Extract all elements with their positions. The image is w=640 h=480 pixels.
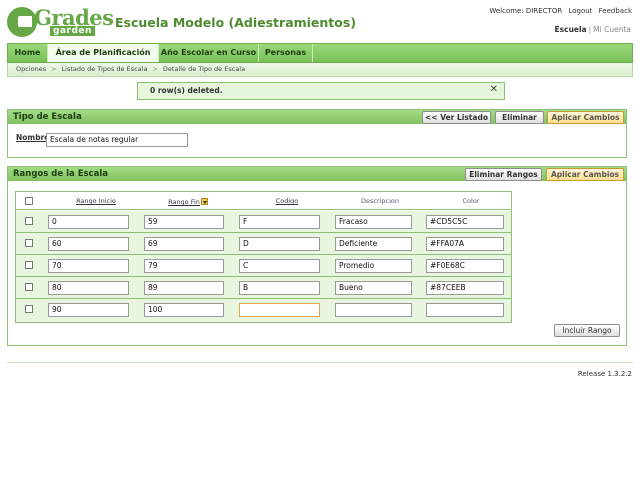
- delete-button[interactable]: Eliminar: [495, 111, 544, 124]
- range-start-input[interactable]: 60: [48, 237, 129, 251]
- school-title: Escuela Modelo (Adiestramientos): [115, 15, 357, 30]
- color-input[interactable]: #87CEEB: [426, 281, 504, 295]
- sort-arrow-icon[interactable]: [200, 198, 208, 205]
- description-input[interactable]: Deficiente: [335, 237, 412, 251]
- main-nav: Home Área de Planificación Año Escolar e…: [7, 43, 633, 63]
- welcome-text: Welcome: DIRECTOR: [489, 7, 563, 15]
- description-input[interactable]: Fracaso: [335, 215, 412, 229]
- code-input[interactable]: F: [239, 215, 320, 229]
- table-row: 60 69 D Deficiente #FFA07A: [16, 233, 511, 255]
- range-end-input[interactable]: 59: [144, 215, 224, 229]
- include-range-button[interactable]: Incluir Rango: [554, 324, 620, 337]
- code-input[interactable]: D: [239, 237, 320, 251]
- tab-home[interactable]: Home: [8, 44, 48, 62]
- range-start-input[interactable]: 90: [48, 303, 129, 317]
- table-row: 70 79 C Promedio #F0E68C: [16, 255, 511, 277]
- range-end-input[interactable]: 69: [144, 237, 224, 251]
- code-input[interactable]: [239, 303, 320, 317]
- description-input[interactable]: [335, 303, 412, 317]
- release-version: Release 1.3.2.2: [577, 370, 632, 378]
- description-input[interactable]: Promedio: [335, 259, 412, 273]
- tab-ano-escolar[interactable]: Año Escolar en Curso: [159, 44, 259, 62]
- color-input[interactable]: #F0E68C: [426, 259, 504, 273]
- color-input[interactable]: #FFA07A: [426, 237, 504, 251]
- breadcrumb-separator: >: [51, 65, 57, 73]
- range-end-input[interactable]: 100: [144, 303, 224, 317]
- col-codigo[interactable]: Codigo: [263, 197, 311, 205]
- apply-changes-button[interactable]: Aplicar Cambios: [546, 168, 624, 181]
- tipo-escala-header: Tipo de Escala << Ver Listado Eliminar A…: [8, 110, 626, 124]
- tab-area-planificacion[interactable]: Área de Planificación: [48, 44, 159, 62]
- tipo-escala-panel: Tipo de Escala << Ver Listado Eliminar A…: [7, 109, 627, 158]
- code-input[interactable]: C: [239, 259, 320, 273]
- status-message: 0 row(s) deleted. ✕: [137, 82, 505, 100]
- col-descripcion: Descripcion: [360, 197, 400, 205]
- close-icon[interactable]: ✕: [490, 82, 498, 98]
- col-color: Color: [462, 197, 480, 205]
- code-input[interactable]: B: [239, 281, 320, 295]
- range-end-input[interactable]: 79: [144, 259, 224, 273]
- range-start-input[interactable]: 80: [48, 281, 129, 295]
- table-row: 90 100: [16, 299, 511, 322]
- row-checkbox[interactable]: [25, 239, 33, 247]
- name-label: Nombre: [16, 133, 50, 142]
- row-checkbox[interactable]: [25, 217, 33, 225]
- school-link[interactable]: Escuela: [555, 25, 587, 34]
- table-row: 0 59 F Fracaso #CD5C5C: [16, 211, 511, 233]
- tab-personas[interactable]: Personas: [259, 44, 313, 62]
- footer-divider: [7, 362, 633, 363]
- logo-g-mark: [7, 7, 37, 37]
- back-to-list-button[interactable]: << Ver Listado: [422, 111, 491, 124]
- color-input[interactable]: #CD5C5C: [426, 215, 504, 229]
- account-links-separator: |: [588, 25, 592, 34]
- rangos-panel: Rangos de la Escala Eliminar Rangos Apli…: [7, 166, 627, 346]
- range-start-input[interactable]: 70: [48, 259, 129, 273]
- account-links: Escuela | Mi Cuenta: [555, 25, 631, 34]
- select-all-checkbox[interactable]: [25, 197, 33, 205]
- col-rango-fin-label[interactable]: Rango Fin: [168, 198, 200, 206]
- rangos-header: Rangos de la Escala Eliminar Rangos Apli…: [8, 167, 626, 181]
- tipo-escala-title: Tipo de Escala: [13, 112, 82, 122]
- row-checkbox[interactable]: [25, 305, 33, 313]
- rangos-title: Rangos de la Escala: [13, 169, 108, 179]
- range-end-input[interactable]: 89: [144, 281, 224, 295]
- apply-changes-button[interactable]: Aplicar Cambios: [547, 111, 624, 124]
- breadcrumb-detalle: Detalle de Tipo de Escala: [162, 65, 246, 73]
- breadcrumb-separator: >: [152, 65, 158, 73]
- top-links: Welcome: DIRECTOR Logout Feedback: [485, 7, 632, 15]
- row-checkbox[interactable]: [25, 261, 33, 269]
- table-row: 80 89 B Bueno #87CEEB: [16, 277, 511, 299]
- my-account-link[interactable]: Mi Cuenta: [593, 25, 631, 34]
- row-checkbox[interactable]: [25, 283, 33, 291]
- logo-sub: garden: [50, 26, 95, 36]
- feedback-link[interactable]: Feedback: [599, 7, 632, 15]
- table-header: Rango Inicio Rango Fin Codigo Descripcio…: [16, 192, 511, 210]
- breadcrumb: Opciones > Listado de Tipos de Escala > Deta…: [7, 63, 633, 77]
- description-input[interactable]: Bueno: [335, 281, 412, 295]
- col-rango-inicio[interactable]: Rango Inicio: [72, 197, 120, 205]
- breadcrumb-listado[interactable]: Listado de Tipos de Escala: [62, 65, 148, 73]
- delete-ranges-button[interactable]: Eliminar Rangos: [465, 168, 542, 181]
- color-input[interactable]: [426, 303, 504, 317]
- ranges-table: Rango Inicio Rango Fin Codigo Descripcio…: [15, 191, 512, 323]
- col-rango-fin[interactable]: Rango Fin: [164, 197, 212, 206]
- status-message-text: 0 row(s) deleted.: [150, 86, 223, 95]
- grades-garden-logo: Grades garden: [7, 5, 114, 37]
- name-input[interactable]: Escala de notas regular: [46, 133, 188, 147]
- logout-link[interactable]: Logout: [568, 7, 592, 15]
- range-start-input[interactable]: 0: [48, 215, 129, 229]
- breadcrumb-opciones[interactable]: Opciones: [16, 65, 46, 73]
